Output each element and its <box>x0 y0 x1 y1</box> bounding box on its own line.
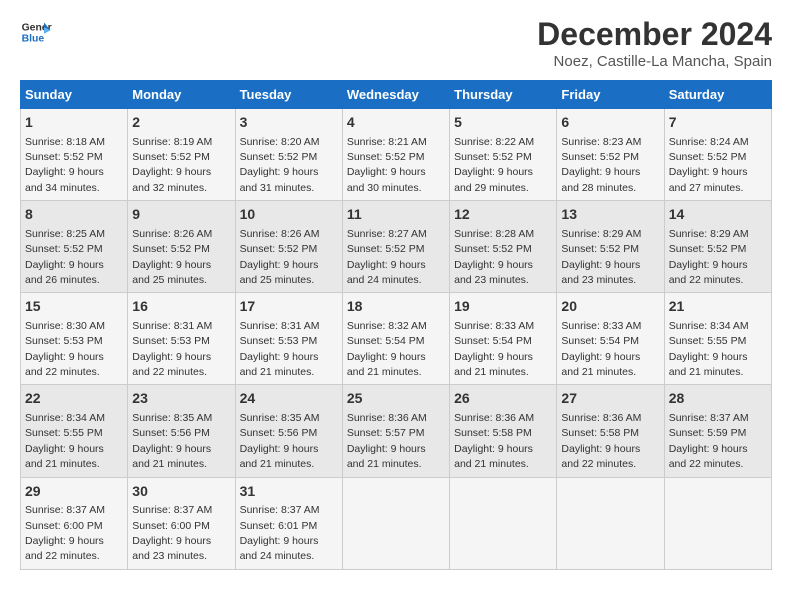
header: General Blue December 2024 Noez, Castill… <box>20 16 772 70</box>
table-row: 18Sunrise: 8:32 AMSunset: 5:54 PMDayligh… <box>342 293 449 385</box>
table-row: 19Sunrise: 8:33 AMSunset: 5:54 PMDayligh… <box>450 293 557 385</box>
table-row: 10Sunrise: 8:26 AMSunset: 5:52 PMDayligh… <box>235 201 342 293</box>
table-row: 15Sunrise: 8:30 AMSunset: 5:53 PMDayligh… <box>21 293 128 385</box>
table-row: 5Sunrise: 8:22 AMSunset: 5:52 PMDaylight… <box>450 109 557 201</box>
col-thursday: Thursday <box>450 81 557 109</box>
col-sunday: Sunday <box>21 81 128 109</box>
table-row: 12Sunrise: 8:28 AMSunset: 5:52 PMDayligh… <box>450 201 557 293</box>
table-row: 17Sunrise: 8:31 AMSunset: 5:53 PMDayligh… <box>235 293 342 385</box>
table-row: 28Sunrise: 8:37 AMSunset: 5:59 PMDayligh… <box>664 385 771 477</box>
table-row: 11Sunrise: 8:27 AMSunset: 5:52 PMDayligh… <box>342 201 449 293</box>
col-wednesday: Wednesday <box>342 81 449 109</box>
table-row: 9Sunrise: 8:26 AMSunset: 5:52 PMDaylight… <box>128 201 235 293</box>
week-row-3: 22Sunrise: 8:34 AMSunset: 5:55 PMDayligh… <box>21 385 772 477</box>
table-row: 31Sunrise: 8:37 AMSunset: 6:01 PMDayligh… <box>235 477 342 569</box>
week-row-1: 8Sunrise: 8:25 AMSunset: 5:52 PMDaylight… <box>21 201 772 293</box>
table-row: 20Sunrise: 8:33 AMSunset: 5:54 PMDayligh… <box>557 293 664 385</box>
table-row: 21Sunrise: 8:34 AMSunset: 5:55 PMDayligh… <box>664 293 771 385</box>
title-block: December 2024 Noez, Castille-La Mancha, … <box>537 16 772 70</box>
table-row: 29Sunrise: 8:37 AMSunset: 6:00 PMDayligh… <box>21 477 128 569</box>
table-row: 2Sunrise: 8:19 AMSunset: 5:52 PMDaylight… <box>128 109 235 201</box>
page: General Blue December 2024 Noez, Castill… <box>0 0 792 580</box>
table-row: 6Sunrise: 8:23 AMSunset: 5:52 PMDaylight… <box>557 109 664 201</box>
week-row-4: 29Sunrise: 8:37 AMSunset: 6:00 PMDayligh… <box>21 477 772 569</box>
col-saturday: Saturday <box>664 81 771 109</box>
table-row <box>342 477 449 569</box>
table-row: 26Sunrise: 8:36 AMSunset: 5:58 PMDayligh… <box>450 385 557 477</box>
table-row: 14Sunrise: 8:29 AMSunset: 5:52 PMDayligh… <box>664 201 771 293</box>
header-row: Sunday Monday Tuesday Wednesday Thursday… <box>21 81 772 109</box>
table-row: 22Sunrise: 8:34 AMSunset: 5:55 PMDayligh… <box>21 385 128 477</box>
general-blue-logo-icon: General Blue <box>20 16 52 48</box>
week-row-2: 15Sunrise: 8:30 AMSunset: 5:53 PMDayligh… <box>21 293 772 385</box>
table-row: 23Sunrise: 8:35 AMSunset: 5:56 PMDayligh… <box>128 385 235 477</box>
table-row: 24Sunrise: 8:35 AMSunset: 5:56 PMDayligh… <box>235 385 342 477</box>
table-row: 16Sunrise: 8:31 AMSunset: 5:53 PMDayligh… <box>128 293 235 385</box>
table-row <box>664 477 771 569</box>
subtitle: Noez, Castille-La Mancha, Spain <box>537 53 772 70</box>
table-row: 25Sunrise: 8:36 AMSunset: 5:57 PMDayligh… <box>342 385 449 477</box>
col-friday: Friday <box>557 81 664 109</box>
logo: General Blue <box>20 16 52 48</box>
table-row: 30Sunrise: 8:37 AMSunset: 6:00 PMDayligh… <box>128 477 235 569</box>
col-tuesday: Tuesday <box>235 81 342 109</box>
table-row: 1Sunrise: 8:18 AMSunset: 5:52 PMDaylight… <box>21 109 128 201</box>
svg-text:Blue: Blue <box>22 34 45 45</box>
table-row <box>557 477 664 569</box>
week-row-0: 1Sunrise: 8:18 AMSunset: 5:52 PMDaylight… <box>21 109 772 201</box>
table-row: 27Sunrise: 8:36 AMSunset: 5:58 PMDayligh… <box>557 385 664 477</box>
table-row: 13Sunrise: 8:29 AMSunset: 5:52 PMDayligh… <box>557 201 664 293</box>
main-title: December 2024 <box>537 16 772 53</box>
table-row: 8Sunrise: 8:25 AMSunset: 5:52 PMDaylight… <box>21 201 128 293</box>
table-row: 7Sunrise: 8:24 AMSunset: 5:52 PMDaylight… <box>664 109 771 201</box>
calendar-table: Sunday Monday Tuesday Wednesday Thursday… <box>20 80 772 570</box>
table-row <box>450 477 557 569</box>
table-row: 4Sunrise: 8:21 AMSunset: 5:52 PMDaylight… <box>342 109 449 201</box>
col-monday: Monday <box>128 81 235 109</box>
table-row: 3Sunrise: 8:20 AMSunset: 5:52 PMDaylight… <box>235 109 342 201</box>
